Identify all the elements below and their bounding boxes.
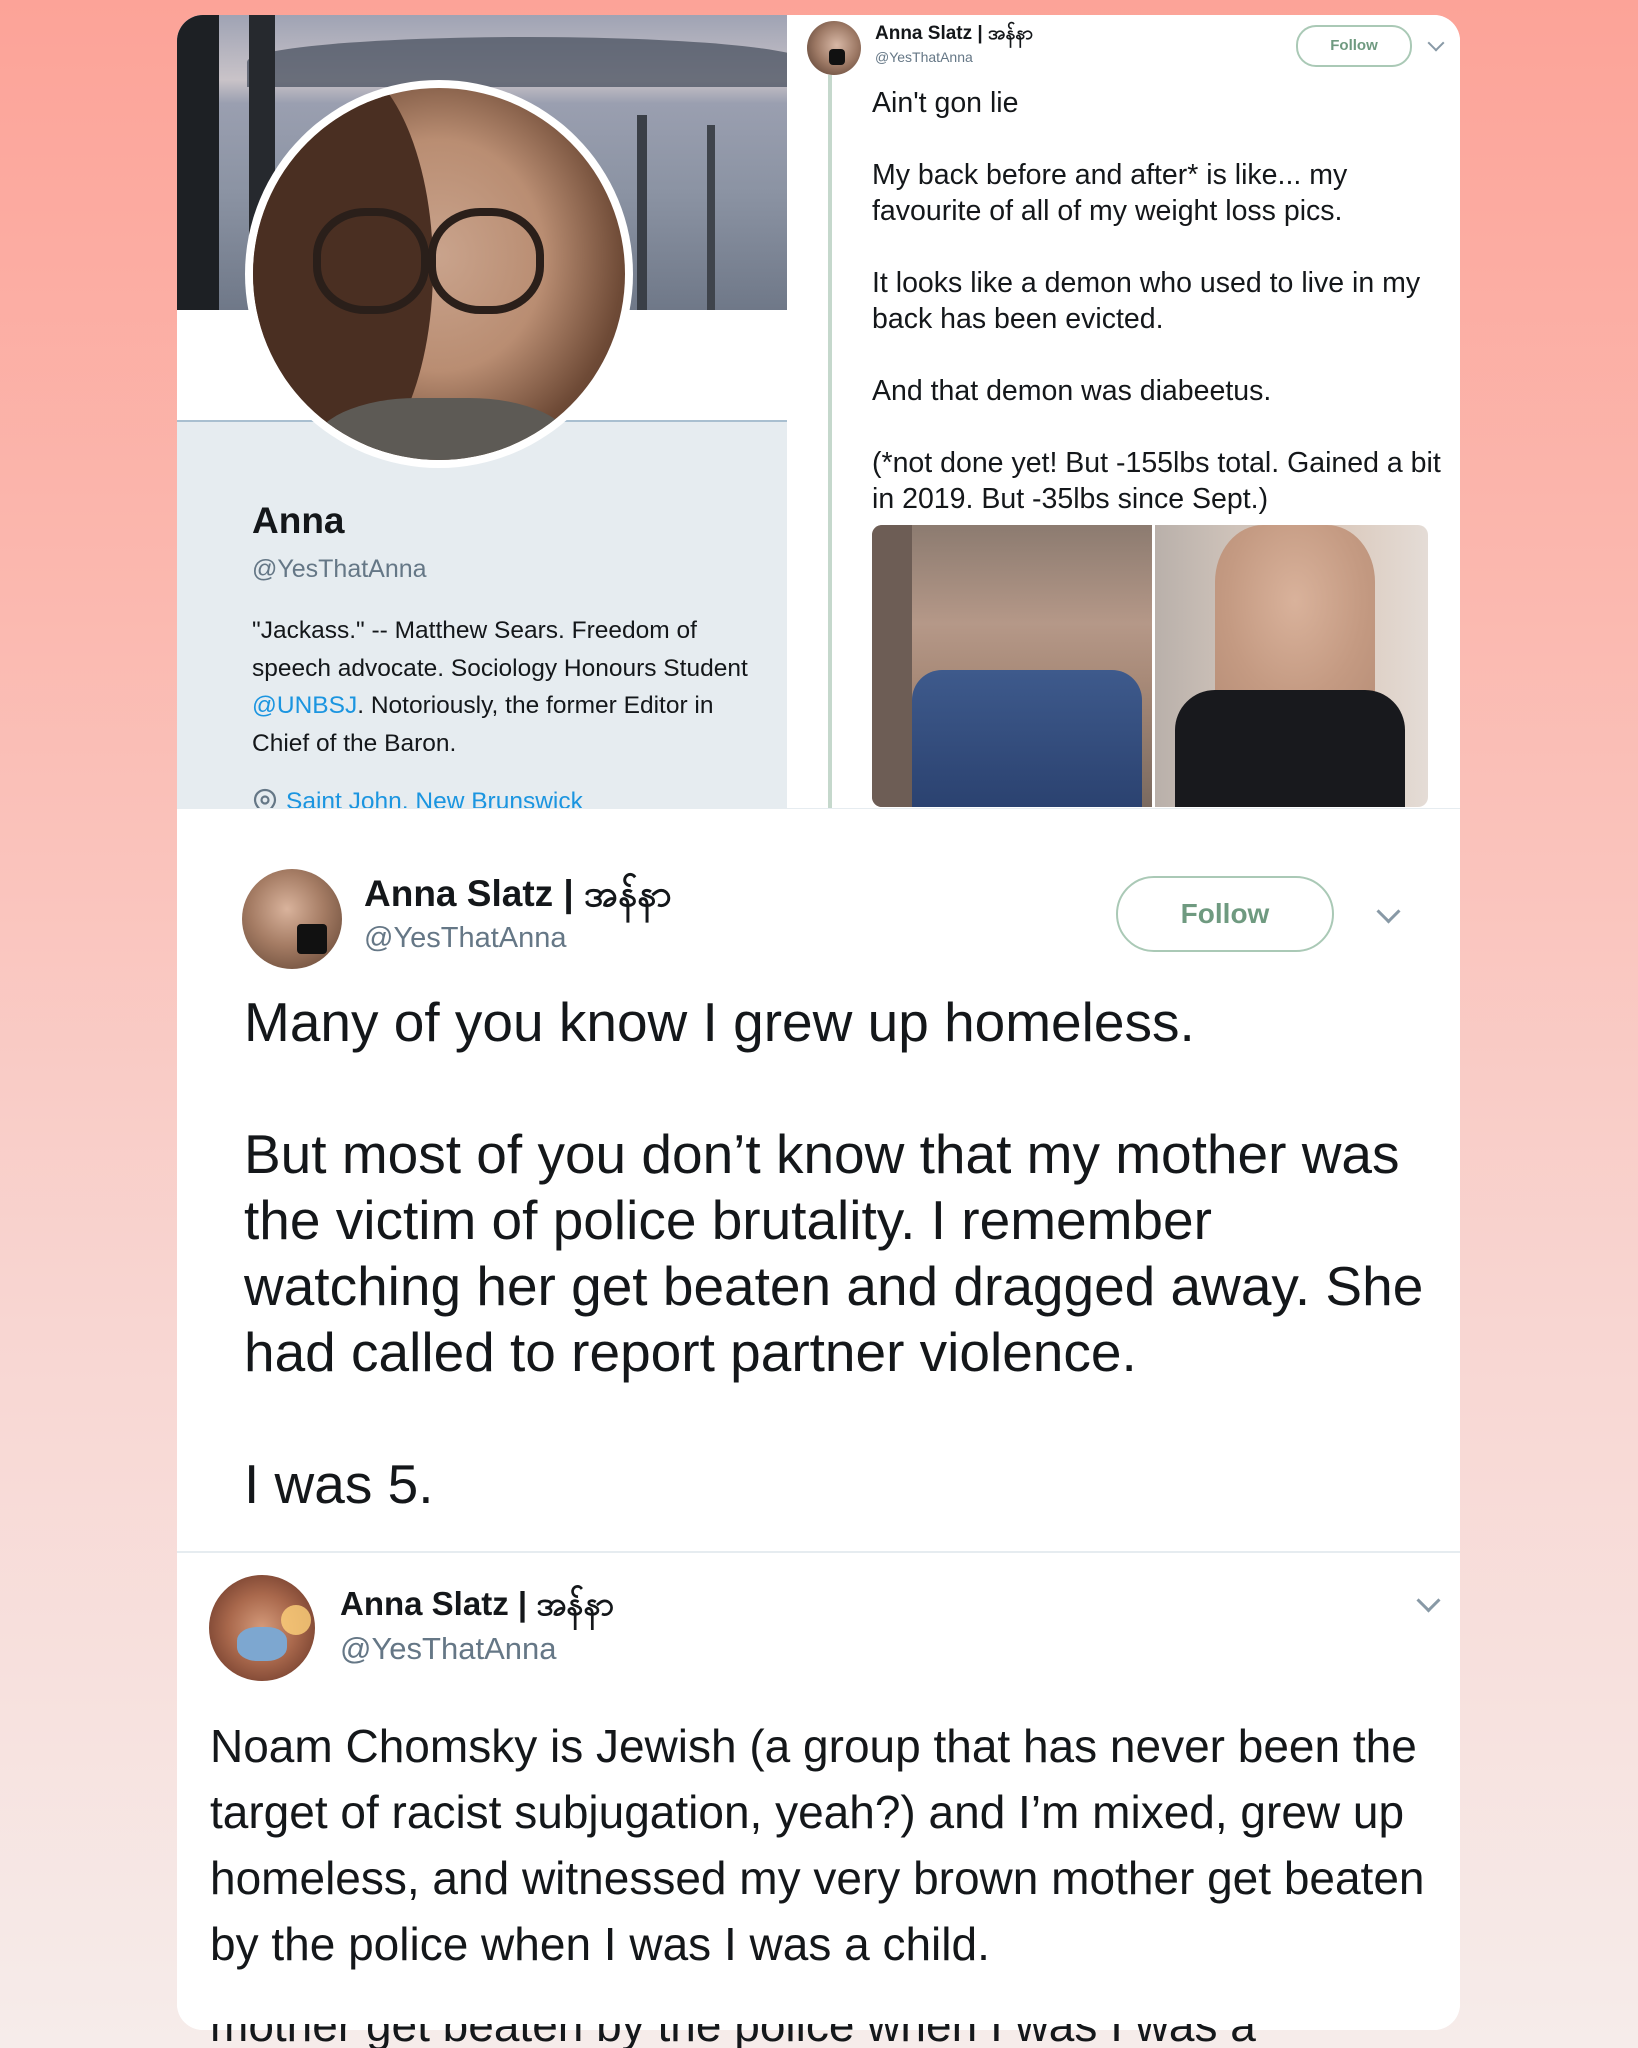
tweet-avatar[interactable] bbox=[242, 869, 342, 969]
bio-mention-link[interactable]: @UNBSJ bbox=[252, 692, 357, 719]
follow-button[interactable]: Follow bbox=[1296, 25, 1412, 67]
tweet-author-name[interactable]: Anna Slatz | အန်နာ bbox=[364, 871, 672, 925]
tweet-weight-loss: Anna Slatz | အန်နာ @YesThatAnna Follow A… bbox=[787, 15, 1460, 808]
tweet-author-name[interactable]: Anna Slatz | အန်နာ bbox=[340, 1583, 614, 1632]
tweet-author-handle[interactable]: @YesThatAnna bbox=[340, 1631, 556, 1667]
tweet-homeless: Anna Slatz | အန်နာ @YesThatAnna Follow M… bbox=[177, 808, 1460, 1552]
profile-handle: @YesThatAnna bbox=[252, 555, 427, 583]
bio-text: "Jackass." -- Matthew Sears. Freedom of … bbox=[252, 617, 748, 682]
tweet-author-name[interactable]: Anna Slatz | အန်နာ bbox=[875, 21, 1033, 49]
profile-card: Anna @YesThatAnna "Jackass." -- Matthew … bbox=[177, 15, 790, 816]
tweet-author-handle[interactable]: @YesThatAnna bbox=[364, 922, 567, 955]
cropped-text-line: mother get beaten by the police when I w… bbox=[210, 2024, 1256, 2048]
follow-button[interactable]: Follow bbox=[1116, 876, 1334, 952]
tweet-text: Ain't gon lie My back before and after* … bbox=[872, 87, 1441, 515]
profile-avatar[interactable] bbox=[245, 80, 633, 468]
thread-line bbox=[828, 75, 832, 808]
chevron-down-icon[interactable] bbox=[1416, 1588, 1441, 1613]
chevron-down-icon[interactable] bbox=[1376, 899, 1401, 924]
tweet-author-handle[interactable]: @YesThatAnna bbox=[875, 49, 973, 65]
screenshot-collage: Anna @YesThatAnna "Jackass." -- Matthew … bbox=[177, 15, 1460, 2030]
after-photo[interactable] bbox=[1155, 525, 1428, 807]
chevron-down-icon[interactable] bbox=[1427, 34, 1445, 52]
tweet-avatar[interactable] bbox=[807, 21, 861, 75]
tweet-chomsky: Anna Slatz | အန်နာ @YesThatAnna Noam Cho… bbox=[177, 1551, 1460, 2030]
profile-name: Anna bbox=[252, 500, 345, 541]
profile-bio: "Jackass." -- Matthew Sears. Freedom of … bbox=[252, 612, 772, 762]
cropped-text: mother get beaten by the police when I w… bbox=[210, 2024, 1256, 2048]
tweet-text: Many of you know I grew up homeless. But… bbox=[244, 991, 1424, 1515]
before-photo[interactable] bbox=[872, 525, 1152, 807]
tweet-avatar[interactable] bbox=[209, 1575, 315, 1681]
tweet-media[interactable] bbox=[872, 525, 1428, 807]
tweet-text: Noam Chomsky is Jewish (a group that has… bbox=[210, 1720, 1425, 1970]
